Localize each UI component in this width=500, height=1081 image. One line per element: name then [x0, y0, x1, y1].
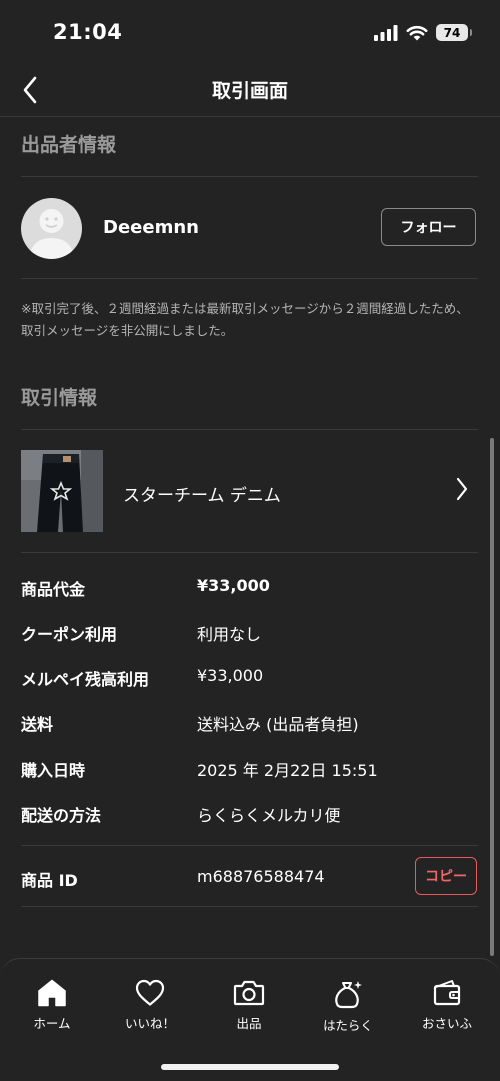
product-row[interactable]: スターチーム デニム	[0, 430, 490, 550]
tab-label-wallet: おさいふ	[421, 1016, 472, 1031]
chevron-right-icon	[455, 477, 469, 505]
detail-label-product-id: 商品 ID	[21, 871, 78, 890]
money-bag-icon	[335, 981, 362, 1009]
camera-icon	[233, 980, 265, 1006]
detail-value-price: ¥33,000	[197, 576, 270, 595]
divider	[21, 845, 478, 846]
tab-sell[interactable]: 出品	[204, 979, 294, 1039]
detail-label-coupon: クーポン利用	[21, 625, 118, 644]
tab-likes[interactable]: いいね！	[105, 979, 195, 1039]
tab-label-likes: いいね！	[124, 1016, 175, 1031]
detail-value-shipping-fee: 送料込み (出品者負担)	[197, 715, 359, 734]
status-icons: 74	[374, 24, 472, 41]
detail-label-merpay-balance: メルペイ残高利用	[21, 670, 150, 689]
status-time: 21:04	[53, 20, 123, 44]
detail-value-purchase-date: 2025 年 2月22日 15:51	[197, 761, 378, 780]
divider	[21, 176, 478, 177]
message-notice: ※取引完了後、２週間経過または最新取引メッセージから２週間経過したため、取引メッ…	[21, 301, 469, 338]
tab-label-home: ホーム	[33, 1016, 71, 1031]
tab-bar: ホーム いいね！ 出品 はたらく おさいふ	[0, 958, 500, 1081]
tab-label-work: はたらく	[323, 1018, 373, 1033]
tab-wallet[interactable]: おさいふ	[402, 979, 492, 1039]
detail-label-price: 商品代金	[21, 580, 86, 599]
tab-work[interactable]: はたらく	[303, 979, 393, 1039]
page-title: 取引画面	[211, 80, 288, 102]
navigation-bar: 取引画面	[0, 66, 500, 117]
follow-button[interactable]: フォロー	[381, 208, 476, 246]
status-bar: 21:04 74	[0, 0, 500, 66]
detail-value-shipping-method: らくらくメルカリ便	[197, 806, 341, 825]
seller-section-title: 出品者情報	[21, 134, 117, 156]
detail-label-shipping-fee: 送料	[21, 715, 54, 734]
battery-indicator: 74	[436, 24, 472, 41]
divider	[21, 906, 478, 907]
seller-avatar[interactable]	[21, 198, 82, 259]
divider	[21, 278, 478, 279]
jeans-photo-icon	[21, 450, 103, 532]
wifi-icon	[406, 25, 428, 40]
product-name: スターチーム デニム	[123, 486, 281, 506]
copy-button[interactable]: コピー	[415, 857, 477, 895]
home-indicator[interactable]	[161, 1064, 339, 1070]
tab-label-sell: 出品	[236, 1016, 262, 1031]
cellular-signal-icon	[374, 24, 398, 41]
detail-label-shipping-method: 配送の方法	[21, 806, 102, 825]
detail-value-coupon: 利用なし	[197, 625, 262, 644]
transaction-section-title: 取引情報	[21, 387, 98, 409]
divider	[21, 552, 478, 553]
product-thumbnail	[21, 450, 103, 532]
wallet-icon	[433, 980, 461, 1006]
detail-value-product-id: m68876588474	[197, 867, 325, 886]
detail-label-purchase-date: 購入日時	[21, 761, 86, 780]
scrollbar[interactable]	[490, 438, 494, 956]
heart-icon	[135, 979, 165, 1006]
seller-name[interactable]: Deeemnn	[103, 217, 199, 238]
default-avatar-icon	[29, 209, 74, 259]
home-icon	[38, 979, 66, 1007]
detail-value-merpay-balance: ¥33,000	[197, 666, 264, 685]
tab-home[interactable]: ホーム	[7, 979, 97, 1039]
